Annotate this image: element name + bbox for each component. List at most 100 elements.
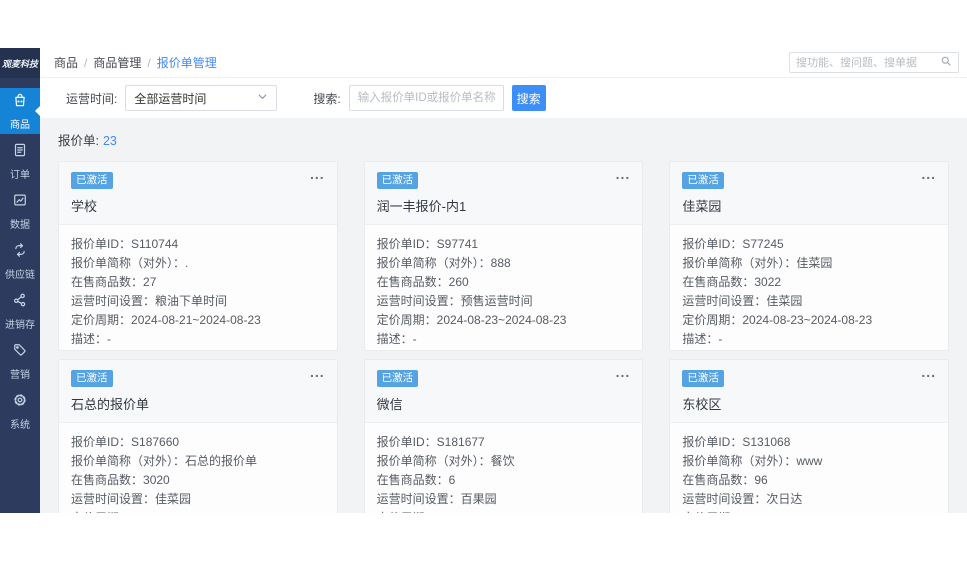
breadcrumb-separator: /	[84, 55, 88, 70]
card-field-label: 报价单ID：	[376, 236, 437, 251]
card-field-label: 运营时间设置：	[71, 491, 156, 506]
global-search-input[interactable]	[796, 56, 940, 69]
card-field-value: 百果园	[460, 491, 497, 506]
breadcrumb-item-goods-management[interactable]: 商品管理	[93, 54, 141, 71]
card-field-label: 在售商品数：	[71, 472, 144, 487]
card-field-value: 3022	[754, 274, 782, 289]
card-field-value: .	[185, 255, 189, 270]
card-field-value: S110744	[131, 236, 179, 251]
card-field-label: 定价周期：	[682, 511, 742, 513]
quote-count-summary: 报价单: 23	[58, 130, 949, 149]
quote-card-title: 东校区	[682, 396, 722, 412]
card-more-button[interactable]: ...	[616, 166, 631, 182]
card-field-label: 描述：	[376, 331, 413, 346]
sidebar-item-system[interactable]: 系统	[0, 388, 40, 434]
card-field-value: -	[718, 331, 723, 346]
card-field-row: 定价周期：2024-08-23~2024-08-23	[682, 311, 936, 330]
card-field-label: 在售商品数：	[682, 472, 755, 487]
breadcrumb: 商品 / 商品管理 / 报价单管理	[54, 54, 217, 71]
card-field-value: S131068	[742, 434, 791, 449]
quote-card-header: 已激活 ... 润一丰报价-内1	[364, 162, 643, 225]
search-icon[interactable]	[940, 54, 952, 72]
card-field-row: 报价单ID：S110744	[71, 235, 325, 254]
supply-chain-icon	[11, 241, 29, 264]
quote-card-header: 已激活 ... 学校	[59, 162, 337, 225]
card-more-button[interactable]: ...	[310, 364, 325, 380]
card-field-row: 报价单ID：S77245	[682, 235, 936, 254]
sidebar-item-marketing[interactable]: 营销	[0, 338, 40, 384]
card-field-value: 96	[754, 472, 768, 487]
operation-time-dropdown[interactable]: 全部运营时间	[125, 85, 278, 111]
sidebar-item-supply-chain[interactable]: 供应链	[0, 238, 40, 284]
card-field-label: 报价单简称（对外）：	[376, 255, 491, 270]
card-field-label: 报价单ID：	[71, 434, 132, 449]
search-filter-label: 搜索:	[313, 91, 341, 106]
quote-card: 已激活 ... 东校区 报价单ID：S131068 报价单简称（对外）：www …	[669, 359, 949, 513]
content-area: 报价单: 23 已激活 ... 学校 报价单ID：S110744 报价单简称（对外…	[40, 118, 967, 513]
sidebar-item-label: 系统	[10, 420, 30, 431]
sidebar-item-goods[interactable]: 商品	[0, 88, 40, 134]
card-field-value: -	[107, 331, 112, 346]
card-field-row: 报价单ID：S181677	[377, 433, 631, 452]
card-field-label: 报价单简称（对外）：	[682, 255, 797, 270]
sidebar-item-inventory[interactable]: 进销存	[0, 288, 40, 334]
card-field-value: -	[437, 511, 441, 513]
quote-card-header: 已激活 ... 微信	[364, 360, 643, 423]
quote-card-title: 佳菜园	[682, 198, 722, 214]
card-more-button[interactable]: ...	[921, 364, 936, 380]
card-field-value: 石总的报价单	[185, 453, 258, 468]
breadcrumb-item-goods[interactable]: 商品	[54, 54, 78, 71]
quote-count-value: 23	[102, 134, 117, 148]
sidebar-item-label: 商品	[10, 120, 30, 131]
card-field-row: 运营时间设置：佳菜园	[682, 292, 936, 311]
quote-card: 已激活 ... 学校 报价单ID：S110744 报价单简称（对外）：. 在售商…	[58, 161, 338, 351]
chevron-down-icon	[257, 91, 268, 105]
quote-card-grid: 已激活 ... 学校 报价单ID：S110744 报价单简称（对外）：. 在售商…	[58, 161, 949, 513]
quote-search-input[interactable]	[348, 85, 504, 111]
card-field-row: 描述：-	[377, 330, 631, 349]
card-field-row: 报价单ID：S187660	[71, 433, 325, 452]
sidebar-item-data[interactable]: 数据	[0, 188, 40, 234]
card-more-button[interactable]: ...	[310, 166, 325, 182]
quote-card-title: 学校	[71, 198, 98, 214]
data-chart-icon	[11, 191, 29, 214]
quote-card-header: 已激活 ... 石总的报价单	[59, 360, 337, 423]
card-field-row: 报价单简称（对外）：.	[71, 254, 325, 273]
quote-card-header: 已激活 ... 东校区	[670, 360, 948, 423]
company-logo: 观麦科技	[0, 48, 40, 78]
breadcrumb-separator: /	[147, 55, 151, 70]
card-field-value: S187660	[131, 434, 180, 449]
card-more-button[interactable]: ...	[921, 166, 936, 182]
system-gear-icon	[11, 391, 29, 414]
card-field-label: 描述：	[682, 331, 719, 346]
card-fields: 报价单ID：S187660 报价单简称（对外）：石总的报价单 在售商品数：302…	[59, 423, 337, 513]
card-field-value: 6	[448, 472, 456, 487]
card-field-value: -	[412, 331, 417, 346]
card-field-row: 在售商品数：6	[377, 471, 631, 490]
card-field-label: 在售商品数：	[376, 472, 449, 487]
card-field-label: 报价单简称（对外）：	[682, 453, 797, 468]
card-field-row: 在售商品数：3020	[71, 471, 325, 490]
sidebar-item-label: 数据	[10, 220, 30, 231]
quote-card-title: 润一丰报价-内1	[376, 198, 467, 214]
search-button[interactable]: 搜索	[511, 85, 546, 111]
card-more-button[interactable]: ...	[616, 364, 631, 380]
card-field-label: 描述：	[71, 331, 108, 346]
quote-card: 已激活 ... 佳菜园 报价单ID：S77245 报价单简称（对外）：佳菜园 在…	[669, 161, 949, 351]
goods-bag-icon	[11, 91, 29, 114]
card-field-label: 报价单简称（对外）：	[71, 453, 186, 468]
sidebar-item-label: 进销存	[5, 320, 35, 331]
card-fields: 报价单ID：S181677 报价单简称（对外）：餐饮 在售商品数：6 运营时间设…	[365, 423, 643, 513]
card-field-row: 报价单简称（对外）：佳菜园	[682, 254, 936, 273]
card-field-label: 运营时间设置：	[682, 293, 767, 308]
card-field-label: 定价周期：	[71, 511, 131, 513]
card-field-row: 报价单ID：S97741	[377, 235, 631, 254]
card-field-value: 2024-08-23~2024-08-23	[742, 312, 873, 327]
sidebar-item-orders[interactable]: 订单	[0, 138, 40, 184]
card-field-row: 在售商品数：27	[71, 273, 325, 292]
app-window: 观麦科技 商品 订单 数据 供应链 进销存 营销 系统 商品 / 商品管理 / …	[0, 48, 967, 513]
card-fields: 报价单ID：S131068 报价单简称（对外）：www 在售商品数：96 运营时…	[670, 423, 948, 513]
global-search-box[interactable]	[789, 52, 959, 73]
card-field-row: 运营时间设置：粮油下单时间	[71, 292, 325, 311]
marketing-tag-icon	[11, 341, 29, 364]
